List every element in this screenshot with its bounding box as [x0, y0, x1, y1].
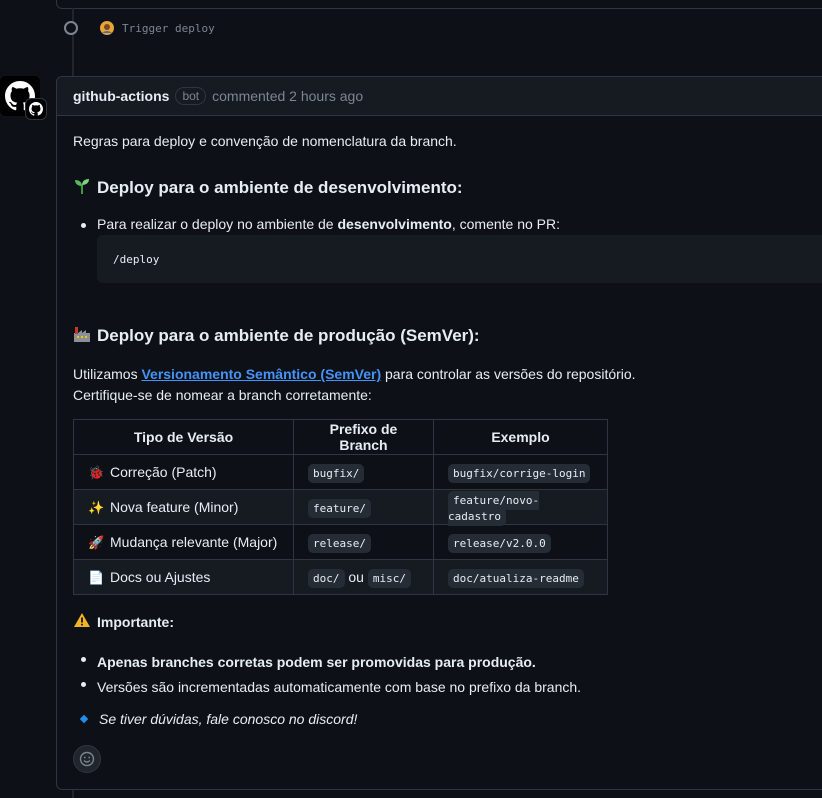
table-cell: release/ — [293, 524, 434, 560]
branch-example: bugfix/corrige-login — [448, 464, 591, 483]
commit-author-avatar[interactable] — [98, 19, 116, 37]
previous-comment-box — [56, 0, 822, 9]
branch-prefix: feature/ — [308, 499, 371, 518]
list-item: Para realizar o deploy no ambiente de de… — [73, 216, 560, 232]
factory-icon — [73, 325, 91, 346]
smiley-icon — [79, 751, 95, 767]
seedling-icon — [73, 177, 91, 198]
comment-card: github-actions bot commented 2 hours ago… — [56, 76, 822, 790]
table-row: 🐞 Correção (Patch) bugfix/ bugfix/corrige… — [73, 454, 608, 490]
prod-heading: Deploy para o ambiente de produção (SemV… — [97, 325, 480, 345]
branch-table: Tipo de Versão Prefixo de Branch Exemplo… — [73, 419, 608, 595]
blue-diamond-icon — [79, 714, 89, 724]
semver-paragraph: Utilizamos Versionamento Semântico (SemV… — [73, 364, 636, 406]
list-item: Apenas branches corretas podem ser promo… — [73, 650, 581, 675]
prod-heading-row: Deploy para o ambiente de produção (SemV… — [73, 325, 480, 346]
warning-icon — [73, 612, 91, 631]
table-cell: ✨ Nova feature (Minor) — [73, 489, 294, 525]
important-heading-row: Importante: — [73, 612, 174, 631]
document-icon: 📄 — [88, 569, 105, 585]
comment-header: github-actions bot commented 2 hours ago — [57, 77, 822, 116]
semver-link[interactable]: Versionamento Semântico (SemVer) — [141, 366, 381, 382]
branch-example: feature/novo-cadastro — [448, 491, 540, 526]
table-header: Prefixo de Branch — [293, 419, 434, 455]
table-cell: feature/ — [293, 489, 434, 525]
table-cell: bugfix/ — [293, 454, 434, 490]
semver-suffix: para controlar as versões do repositório… — [381, 366, 636, 382]
comment-intro: Regras para deploy e convenção de nomenc… — [73, 133, 457, 149]
rocket-icon: 🚀 — [88, 534, 105, 550]
comment-author[interactable]: github-actions — [73, 88, 169, 104]
important-heading: Importante: — [97, 613, 174, 630]
branch-prefix: bugfix/ — [308, 464, 365, 483]
branch-example: doc/atualiza-readme — [448, 569, 584, 588]
discord-note: Se tiver dúvidas, fale conosco no discor… — [73, 711, 357, 727]
table-cell: doc/ ou misc/ — [293, 559, 434, 595]
dev-heading-row: Deploy para o ambiente de desenvolviment… — [73, 177, 463, 198]
bot-badge: bot — [175, 87, 207, 105]
version-type: Nova feature (Minor) — [110, 498, 239, 515]
table-header: Tipo de Versão — [73, 419, 294, 455]
version-type: Docs ou Ajustes — [110, 568, 211, 585]
add-reaction-button[interactable] — [73, 745, 101, 773]
version-type: Mudança relevante (Major) — [110, 533, 278, 550]
important-list: Apenas branches corretas podem ser promo… — [73, 650, 581, 700]
branch-prefix: doc/ — [308, 569, 345, 588]
dev-list: Para realizar o deploy no ambiente de de… — [73, 216, 560, 232]
prefix-or: ou — [348, 569, 364, 585]
table-cell: 🚀 Mudança relevante (Major) — [73, 524, 294, 560]
table-row: ✨ Nova feature (Minor) feature/ feature/n… — [73, 489, 608, 526]
discord-text: Se tiver dúvidas, fale conosco no discor… — [99, 711, 358, 727]
semver-prefix: Utilizamos — [73, 366, 142, 382]
table-cell: feature/novo-cadastro — [433, 489, 608, 526]
table-cell: 🐞 Correção (Patch) — [73, 454, 294, 490]
table-cell: release/v2.0.0 — [433, 524, 608, 560]
branch-prefix-alt: misc/ — [367, 569, 411, 588]
code-text: /deploy — [113, 252, 160, 266]
branch-example: release/v2.0.0 — [448, 534, 551, 553]
version-type: Correção (Patch) — [110, 463, 217, 480]
github-badge-icon — [25, 98, 47, 120]
commit-message[interactable]: Trigger deploy — [122, 22, 215, 35]
bug-icon: 🐞 — [88, 464, 105, 480]
dev-bullet-suffix: , comente no PR: — [451, 216, 561, 232]
table-cell: 📄 Docs ou Ajustes — [73, 559, 294, 595]
table-cell: bugfix/corrige-login — [433, 454, 608, 490]
dev-bullet-bold: desenvolvimento — [337, 216, 452, 232]
dev-bullet-text: Para realizar o deploy no ambiente de — [97, 216, 338, 232]
code-block[interactable]: /deploy — [97, 235, 822, 283]
commit-node-icon — [64, 21, 78, 35]
dev-heading: Deploy para o ambiente de desenvolviment… — [97, 177, 463, 197]
table-row: 📄 Docs ou Ajustes doc/ ou misc/ doc/atual… — [73, 559, 608, 595]
table-row: 🚀 Mudança relevante (Major) release/ rele… — [73, 524, 608, 560]
commit-event: Trigger deploy — [64, 18, 215, 38]
table-header: Exemplo — [433, 419, 608, 455]
list-item: Versões são incrementadas automaticament… — [73, 675, 581, 700]
table-cell: doc/atualiza-readme — [433, 559, 608, 595]
sparkles-icon: ✨ — [88, 499, 105, 515]
semver-line2: Certifique-se de nomear a branch correta… — [73, 387, 372, 403]
branch-prefix: release/ — [308, 534, 371, 553]
comment-timestamp[interactable]: commented 2 hours ago — [212, 88, 363, 104]
